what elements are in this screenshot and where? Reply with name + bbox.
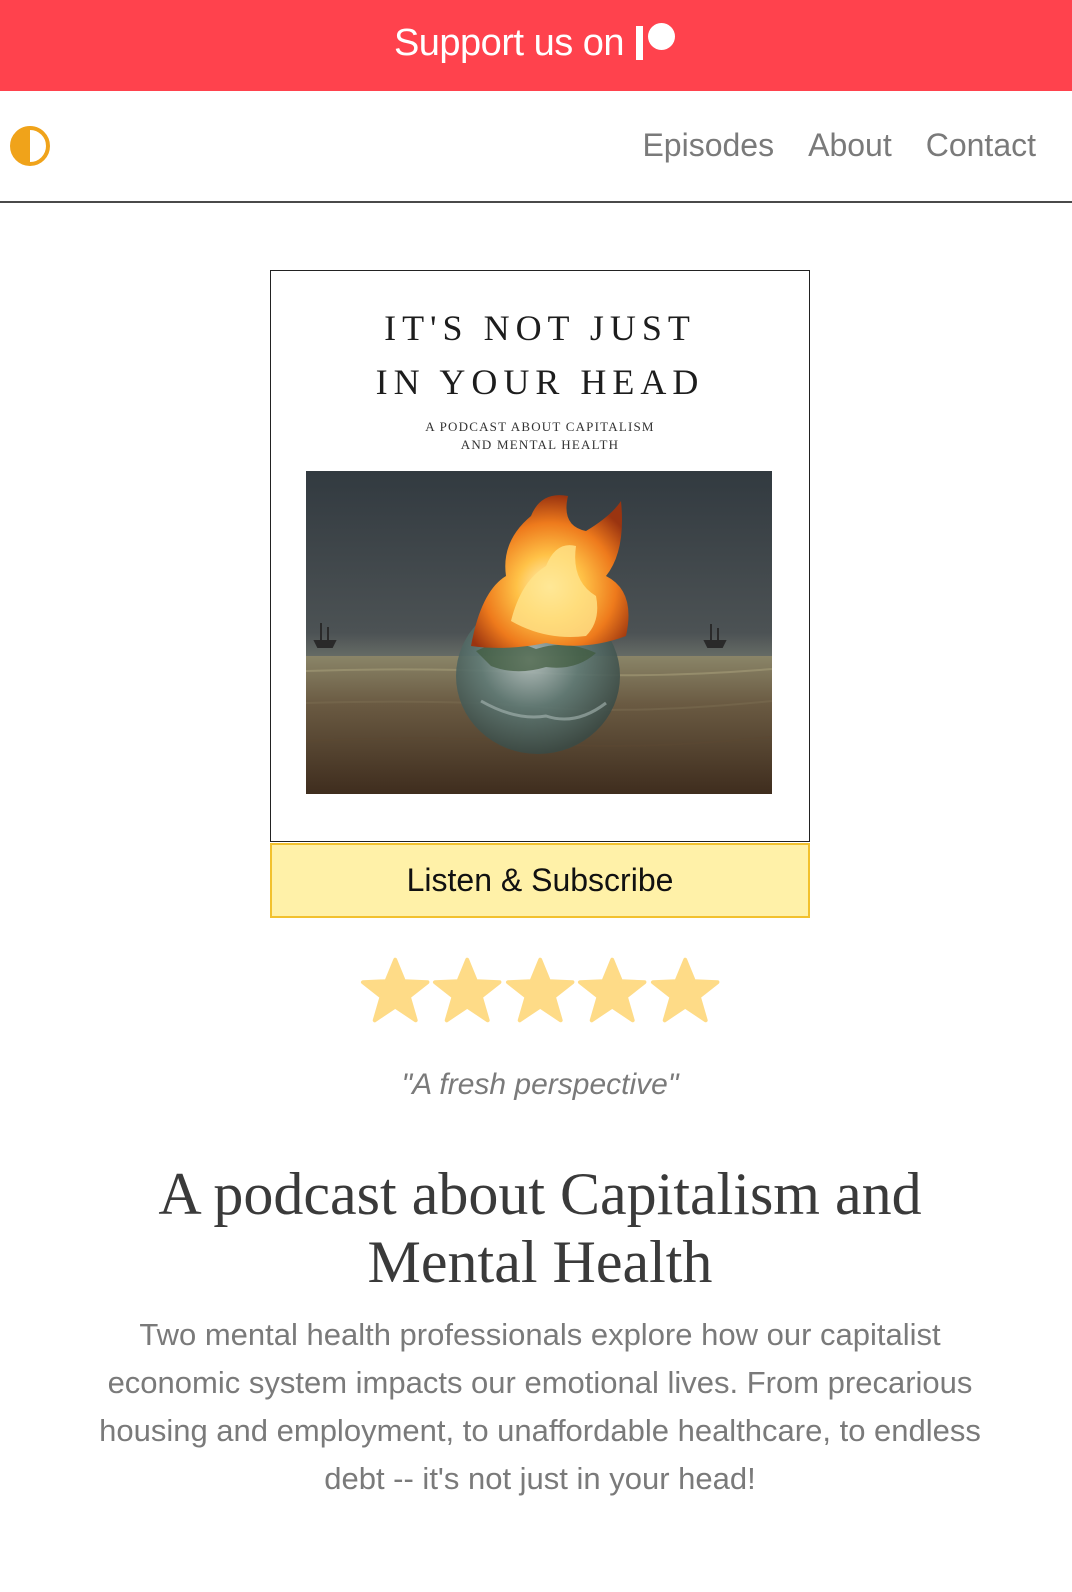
star-icon (433, 957, 502, 1023)
cover-subtitle-line2: AND MENTAL HEALTH (460, 437, 620, 452)
star-icon (578, 957, 647, 1023)
cover-subtitle-line1: A PODCAST ABOUT CAPITALISM (425, 419, 655, 434)
burning-globe-image (306, 471, 772, 794)
nav-links: Episodes About Contact (642, 127, 1036, 164)
patreon-icon (634, 22, 678, 63)
star-icon (505, 957, 575, 1023)
nav-contact-link[interactable]: Contact (926, 127, 1036, 164)
theme-toggle-icon[interactable] (10, 126, 50, 166)
page-headline: A podcast about Capitalism and Mental He… (158, 1161, 922, 1295)
podcast-description: Two mental health professionals explore … (99, 1317, 981, 1496)
cover-title-line2: IN YOUR HEAD (375, 362, 705, 402)
patreon-support-banner[interactable]: Support us on (0, 0, 1072, 91)
cover-title-line1: IT'S NOT JUST (384, 308, 696, 348)
star-rating (360, 955, 720, 1025)
listen-subscribe-button[interactable]: Listen & Subscribe (270, 843, 810, 918)
navbar: Episodes About Contact (0, 91, 1072, 203)
star-icon (650, 957, 720, 1023)
nav-episodes-link[interactable]: Episodes (642, 127, 774, 164)
support-text: Support us on (393, 22, 625, 64)
nav-about-link[interactable]: About (808, 127, 892, 164)
podcast-cover-art: IT'S NOT JUST IN YOUR HEAD A PODCAST ABO… (270, 270, 810, 842)
star-icon (360, 957, 430, 1023)
review-quote: "A fresh perspective" (401, 1068, 679, 1101)
